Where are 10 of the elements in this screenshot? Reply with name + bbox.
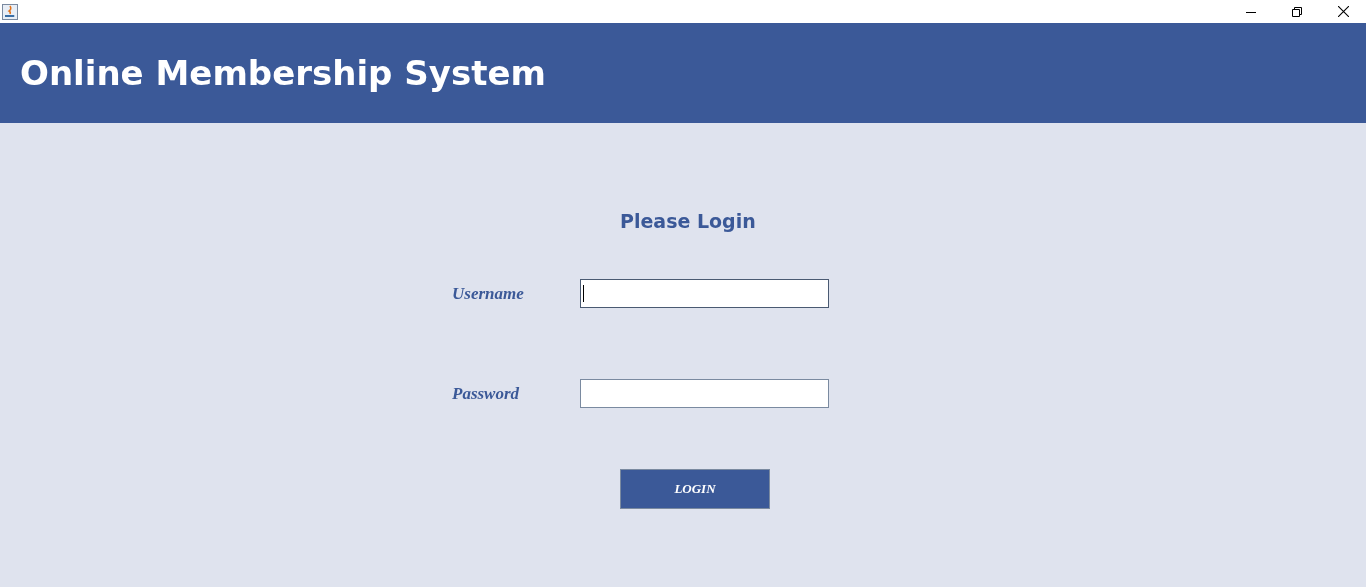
input-field[interactable]: [580, 379, 829, 408]
login-button[interactable]: LOGIN: [620, 468, 770, 509]
field-label: Username: [452, 282, 525, 305]
input-field[interactable]: [580, 279, 829, 308]
login-heading: Please Login: [620, 210, 756, 232]
app-title: Online Membership System: [20, 56, 546, 90]
restore-icon: [1292, 6, 1302, 17]
close-icon: [1337, 6, 1349, 17]
field-label: Password: [452, 382, 521, 405]
app-icon: [2, 3, 18, 20]
